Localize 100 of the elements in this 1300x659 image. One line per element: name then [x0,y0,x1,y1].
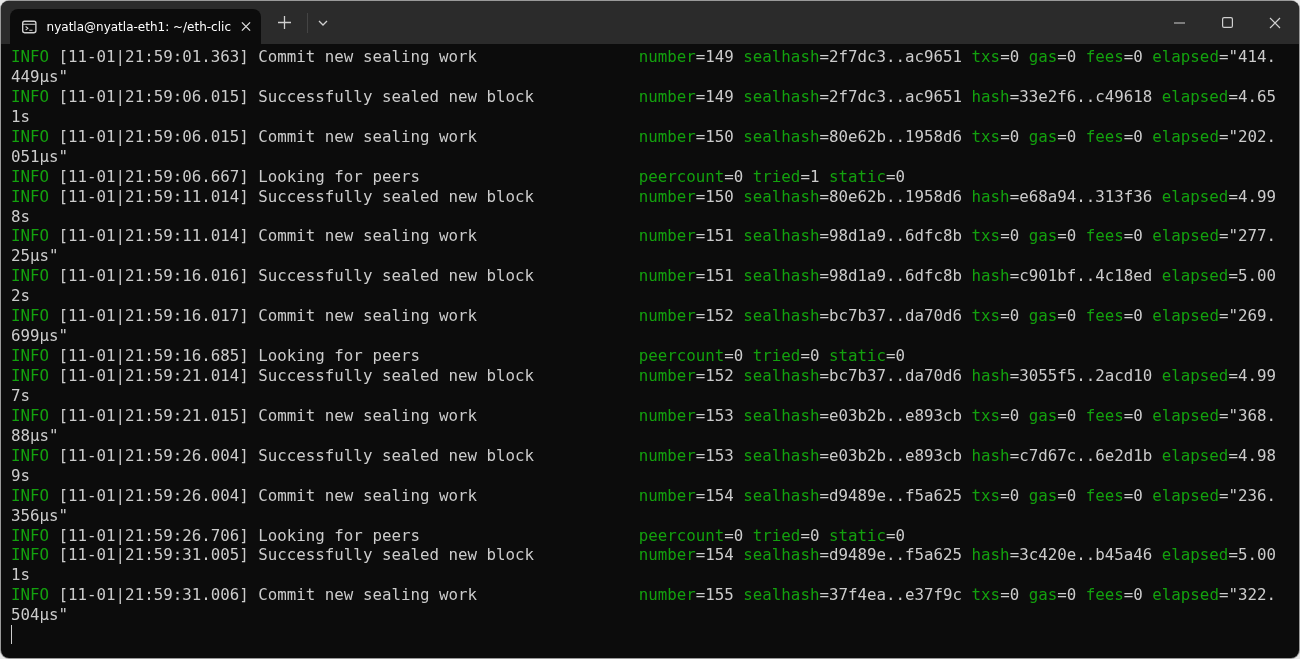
log-field: number=149 [638,86,734,107]
log-continuation: 051µs" [11,146,69,167]
log-field: elapsed="277. [1152,226,1276,247]
log-continuation: 88µs" [11,425,59,446]
log-field: sealhash=e03b2b..e893cb [743,405,963,426]
log-timestamp: [11-01|21:59:26.004] [58,485,250,506]
log-field: sealhash=80e62b..1958d6 [743,126,963,147]
log-field: elapsed=4.98 [1161,445,1276,466]
log-message: Successfully sealed new block [258,266,536,287]
log-level: INFO [11,47,51,67]
log-timestamp: [11-01|21:59:21.015] [58,405,250,426]
log-field: hash=e68a94..313f36 [971,186,1153,207]
log-field: number=151 [638,226,734,247]
log-field: elapsed="269. [1152,306,1276,327]
log-message: Successfully sealed new block [258,445,536,466]
log-field: tried=0 [752,525,820,546]
chevron-down-icon[interactable] [318,19,328,26]
log-continuation: 1s [11,565,31,586]
log-field: peercount=0 [638,525,744,546]
log-timestamp: [11-01|21:59:11.014] [58,226,250,247]
log-field: elapsed=4.65 [1161,86,1276,107]
log-continuation: 25µs" [11,246,59,267]
log-field: txs=0 [971,405,1020,426]
log-continuation: 699µs" [11,326,69,347]
log-message: Successfully sealed new block [258,86,536,107]
log-message: Commit new sealing work [258,126,478,147]
log-field: static=0 [828,525,905,546]
log-field: txs=0 [971,126,1020,147]
log-field: number=153 [638,445,734,466]
log-field: fees=0 [1085,306,1143,327]
log-timestamp: [11-01|21:59:26.004] [58,445,250,466]
log-field: fees=0 [1085,485,1143,506]
log-message: Commit new sealing work [258,585,478,606]
log-timestamp: [11-01|21:59:06.015] [58,126,250,147]
maximize-icon[interactable] [1221,17,1233,28]
minimize-icon[interactable] [1173,21,1185,24]
log-field: hash=3c420e..b45a46 [971,545,1153,566]
terminal-tab[interactable]: nyatla@nyatla-eth1: ~/eth-clic [10,9,261,44]
log-field: fees=0 [1085,226,1143,247]
log-timestamp: [11-01|21:59:06.015] [58,86,250,107]
terminal-icon [22,19,37,34]
log-field: sealhash=2f7dc3..ac9651 [743,86,963,107]
log-continuation: 8s [11,206,31,227]
log-field: sealhash=98d1a9..6dfc8b [743,266,963,287]
log-message: Successfully sealed new block [258,366,536,386]
log-timestamp: [11-01|21:59:01.363] [58,47,250,67]
log-field: sealhash=e03b2b..e893cb [743,445,963,466]
log-field: number=154 [638,485,734,506]
log-level: INFO [11,266,51,287]
log-timestamp: [11-01|21:59:16.685] [58,346,250,366]
log-continuation: 356µs" [11,505,69,526]
log-field: gas=0 [1028,226,1077,247]
log-level: INFO [11,485,51,506]
log-message: Commit new sealing work [258,226,478,247]
log-message: Commit new sealing work [258,485,478,506]
log-field: number=150 [638,186,734,207]
log-field: tried=0 [752,346,820,366]
log-level: INFO [11,525,51,546]
close-icon[interactable] [1269,16,1281,29]
log-field: elapsed="414. [1152,47,1276,67]
log-message: Commit new sealing work [258,306,478,327]
log-field: gas=0 [1028,485,1077,506]
log-level: INFO [11,585,51,606]
log-field: sealhash=80e62b..1958d6 [743,186,963,207]
log-field: txs=0 [971,306,1020,327]
log-field: number=150 [638,126,734,147]
log-field: elapsed="202. [1152,126,1276,147]
log-level: INFO [11,545,51,566]
plus-icon[interactable] [277,16,291,29]
log-message: Looking for peers [258,166,421,187]
log-timestamp: [11-01|21:59:16.017] [58,306,250,327]
log-field: sealhash=2f7dc3..ac9651 [743,47,963,67]
text-cursor [11,625,12,645]
log-level: INFO [11,366,51,386]
log-level: INFO [11,306,51,327]
log-continuation: 9s [11,465,31,486]
close-icon[interactable] [241,21,251,32]
log-field: sealhash=bc7b37..da70d6 [743,366,963,386]
log-level: INFO [11,126,51,147]
log-field: txs=0 [971,47,1020,67]
log-level: INFO [11,166,51,187]
log-field: tried=1 [752,166,820,187]
log-continuation: 7s [11,385,31,406]
log-field: static=0 [828,346,905,366]
log-field: number=155 [638,585,734,606]
log-field: gas=0 [1028,585,1077,606]
log-field: peercount=0 [638,346,744,366]
log-timestamp: [11-01|21:59:31.005] [58,545,250,566]
log-level: INFO [11,405,51,426]
log-level: INFO [11,186,51,207]
log-field: hash=c901bf..4c18ed [971,266,1153,287]
log-field: txs=0 [971,485,1020,506]
log-field: sealhash=37f4ea..e37f9c [743,585,963,606]
log-message: Looking for peers [258,525,421,546]
log-field: txs=0 [971,585,1020,606]
log-continuation: 1s [11,106,31,127]
log-field: hash=3055f5..2acd10 [971,366,1153,386]
log-field: number=153 [638,405,734,426]
log-message: Looking for peers [258,346,421,366]
log-field: elapsed=4.99 [1161,366,1276,386]
